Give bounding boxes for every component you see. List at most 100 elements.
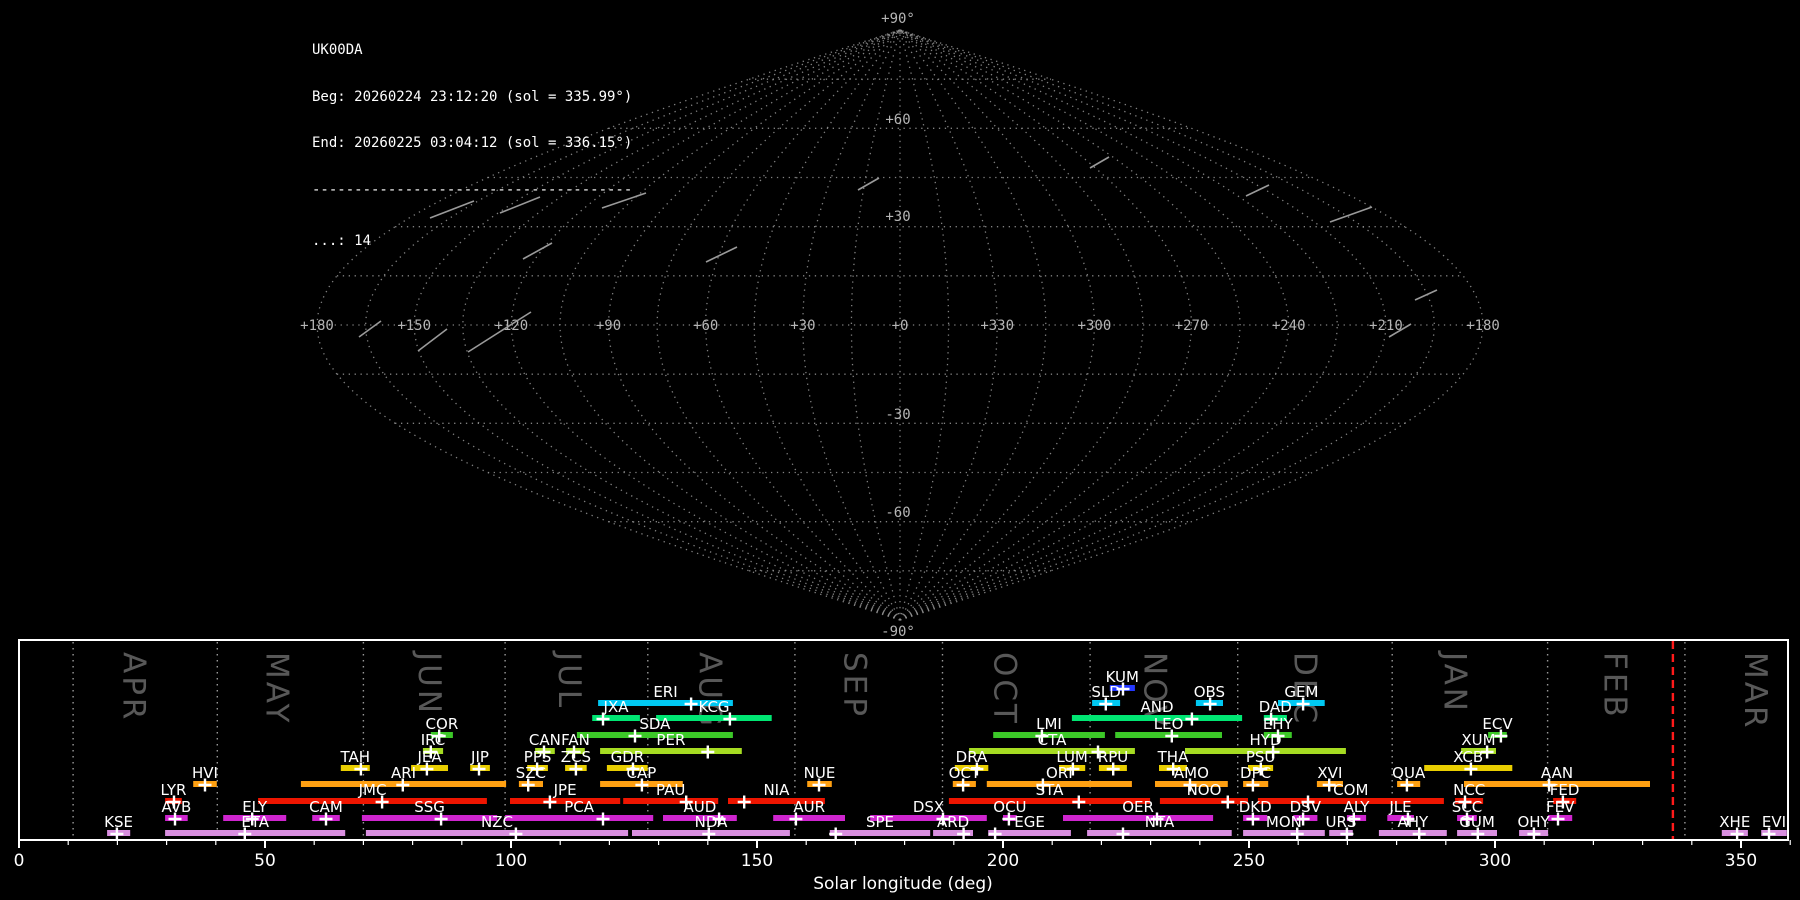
latitude-label: -30 — [885, 407, 910, 423]
info-header: UK00DA Beg: 20260224 23:12:20 (sol = 335… — [312, 12, 632, 265]
peak-marker-SPE — [829, 827, 843, 841]
latitude-label: +90° — [881, 11, 915, 27]
month-label-sep: SEP — [836, 652, 872, 719]
meteor-streak — [705, 246, 738, 263]
shower-label-NDA: NDA — [695, 813, 729, 831]
peak-marker-PCA — [596, 812, 610, 826]
shower-label-NIA: NIA — [763, 781, 790, 799]
axis-tick-label: 200 — [987, 851, 1019, 871]
shower-label-NCC: NCC — [1453, 781, 1485, 799]
month-label-jan: JAN — [1437, 650, 1473, 714]
shower-label-EVI: EVI — [1762, 813, 1786, 831]
shower-label-FAN: FAN — [561, 731, 590, 749]
shower-label-TAH: TAH — [340, 748, 371, 766]
peak-marker-AND — [1185, 712, 1199, 726]
activity-timeline: APR MAY JUN JUL AUG SEP OCT NOV DEC JAN FEB MARKUME… — [14, 639, 1791, 894]
month-label-apr: APR — [116, 652, 152, 722]
equator-longitude-label: +180 — [1466, 318, 1500, 334]
shower-label-KSE: KSE — [104, 813, 133, 831]
shower-label-PCA: PCA — [564, 798, 595, 816]
equator-longitude-label: +240 — [1272, 318, 1306, 334]
shower-label-FED: FED — [1550, 781, 1580, 799]
axis-tick-label: 50 — [254, 851, 276, 871]
shower-label-CTA: CTA — [1038, 731, 1067, 749]
month-label-jul: JUL — [551, 650, 587, 710]
shower-label-JPE: JPE — [553, 781, 577, 799]
station-id: UK00DA — [312, 42, 363, 58]
shower-label-EGE: EGE — [1014, 813, 1045, 831]
shower-label-OCT: OCT — [949, 764, 981, 782]
equator-longitude-label: +150 — [397, 318, 431, 334]
latitude-label: +60 — [885, 112, 910, 128]
shower-label-PER: PER — [656, 731, 685, 749]
meteor-streak — [857, 177, 880, 191]
shower-label-AVB: AVB — [161, 798, 191, 816]
shower-label-XUM: XUM — [1461, 731, 1495, 749]
shower-label-ERI: ERI — [653, 683, 677, 701]
end-time-line: End: 20260225 03:04:12 (sol = 336.15°) — [312, 135, 633, 151]
meteor-streak — [1329, 206, 1373, 223]
axis-tick-label: 0 — [14, 851, 25, 871]
latitude-label: +30 — [885, 209, 910, 225]
peak-marker-EGE — [988, 827, 1002, 841]
equator-longitude-label: +300 — [1078, 318, 1112, 334]
axis-tick-label: 100 — [495, 851, 527, 871]
peak-marker-PER — [701, 745, 715, 759]
month-label-mar: MAR — [1737, 652, 1773, 731]
axis-tick-label: 300 — [1479, 851, 1511, 871]
x-axis-title: Solar longitude (deg) — [813, 874, 993, 894]
shower-label-XHE: XHE — [1719, 813, 1750, 831]
month-label-feb: FEB — [1597, 652, 1633, 720]
peak-marker-NOO — [1221, 795, 1235, 809]
shower-label-SZC: SZC — [516, 764, 546, 782]
separator-line: -------------------------------------- — [312, 181, 633, 198]
shower-label-PAU: PAU — [656, 781, 685, 799]
axis-tick-label: 250 — [1233, 851, 1265, 871]
shower-label-AHY: AHY — [1397, 813, 1429, 831]
equator-longitude-label: +30 — [790, 318, 815, 334]
shower-label-HYD: HYD — [1250, 731, 1282, 749]
shower-label-COM: COM — [1333, 781, 1368, 799]
shower-label-FEV: FEV — [1546, 798, 1575, 816]
shower-label-AND: AND — [1140, 698, 1173, 716]
meteor-count-line: ...: 14 — [312, 233, 372, 249]
shower-label-DPC: DPC — [1240, 764, 1271, 782]
equator-longitude-label: +330 — [980, 318, 1014, 334]
meteor-streak — [1414, 289, 1438, 301]
shower-label-LEO: LEO — [1154, 715, 1184, 733]
shower-label-AMO: AMO — [1174, 764, 1209, 782]
begin-time-line: Beg: 20260224 23:12:20 (sol = 335.99°) — [312, 88, 633, 105]
equator-longitude-label: +270 — [1175, 318, 1209, 334]
shower-label-DAD: DAD — [1259, 698, 1292, 716]
month-label-jun: JUN — [411, 650, 447, 716]
equator-longitude-label: +180 — [300, 318, 334, 334]
equator-longitude-label: +90 — [596, 318, 621, 334]
month-label-oct: OCT — [987, 652, 1023, 726]
shower-label-KCG: KCG — [698, 698, 729, 716]
meteor-streak — [1089, 156, 1110, 169]
month-label-may: MAY — [258, 652, 294, 725]
shower-label-XCB: XCB — [1453, 748, 1483, 766]
equator-longitude-label: +0 — [892, 318, 909, 334]
shower-label-JXA: JXA — [603, 698, 630, 716]
shower-label-SPE: SPE — [866, 813, 894, 831]
axis-tick-label: 150 — [741, 851, 773, 871]
shower-label-ORI: ORI — [1046, 764, 1073, 782]
shower-label-AAN: AAN — [1541, 764, 1573, 782]
shower-label-URS: URS — [1326, 813, 1357, 831]
shower-label-JEA: JEA — [417, 748, 443, 766]
meteor-streak — [1245, 184, 1270, 197]
peak-marker-NIA — [737, 795, 751, 809]
shower-label-NOO: NOO — [1187, 781, 1222, 799]
latitude-label: -90° — [881, 624, 915, 640]
peak-marker-NTA — [1116, 827, 1130, 841]
latitude-label: -60 — [885, 505, 910, 521]
shower-label-AUR: AUR — [793, 798, 825, 816]
shower-label-NTA: NTA — [1145, 813, 1175, 831]
shower-label-NZC: NZC — [481, 813, 513, 831]
sky-grid-meridian — [899, 29, 1193, 621]
equator-longitude-label: +60 — [693, 318, 718, 334]
shower-label-STA: STA — [1036, 781, 1065, 799]
meteor-activity-figure: +180 +150 +120 +90 +60 +30 +0 +330 +300 +270 +240 +… — [14, 11, 1791, 894]
shower-label-IRC: IRC — [421, 731, 446, 749]
